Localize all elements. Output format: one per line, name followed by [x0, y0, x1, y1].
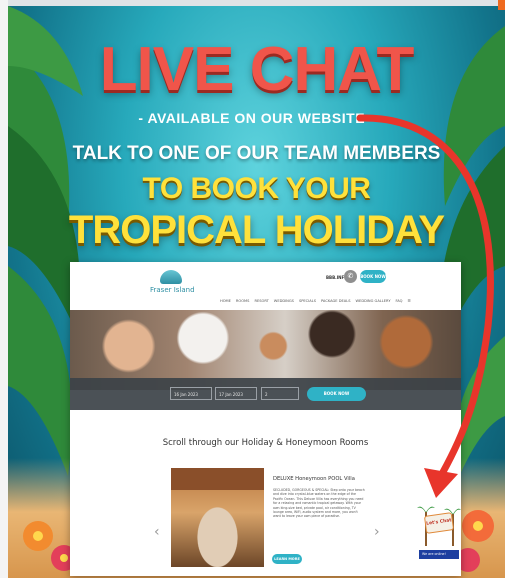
orange-corner-tab — [498, 0, 505, 10]
left-margin-strip — [0, 0, 8, 578]
live-chat-poster: LIVE CHAT - AVAILABLE ON OUR WEBSITE - T… — [8, 6, 505, 578]
red-arrow-pointer-icon — [356, 114, 494, 498]
